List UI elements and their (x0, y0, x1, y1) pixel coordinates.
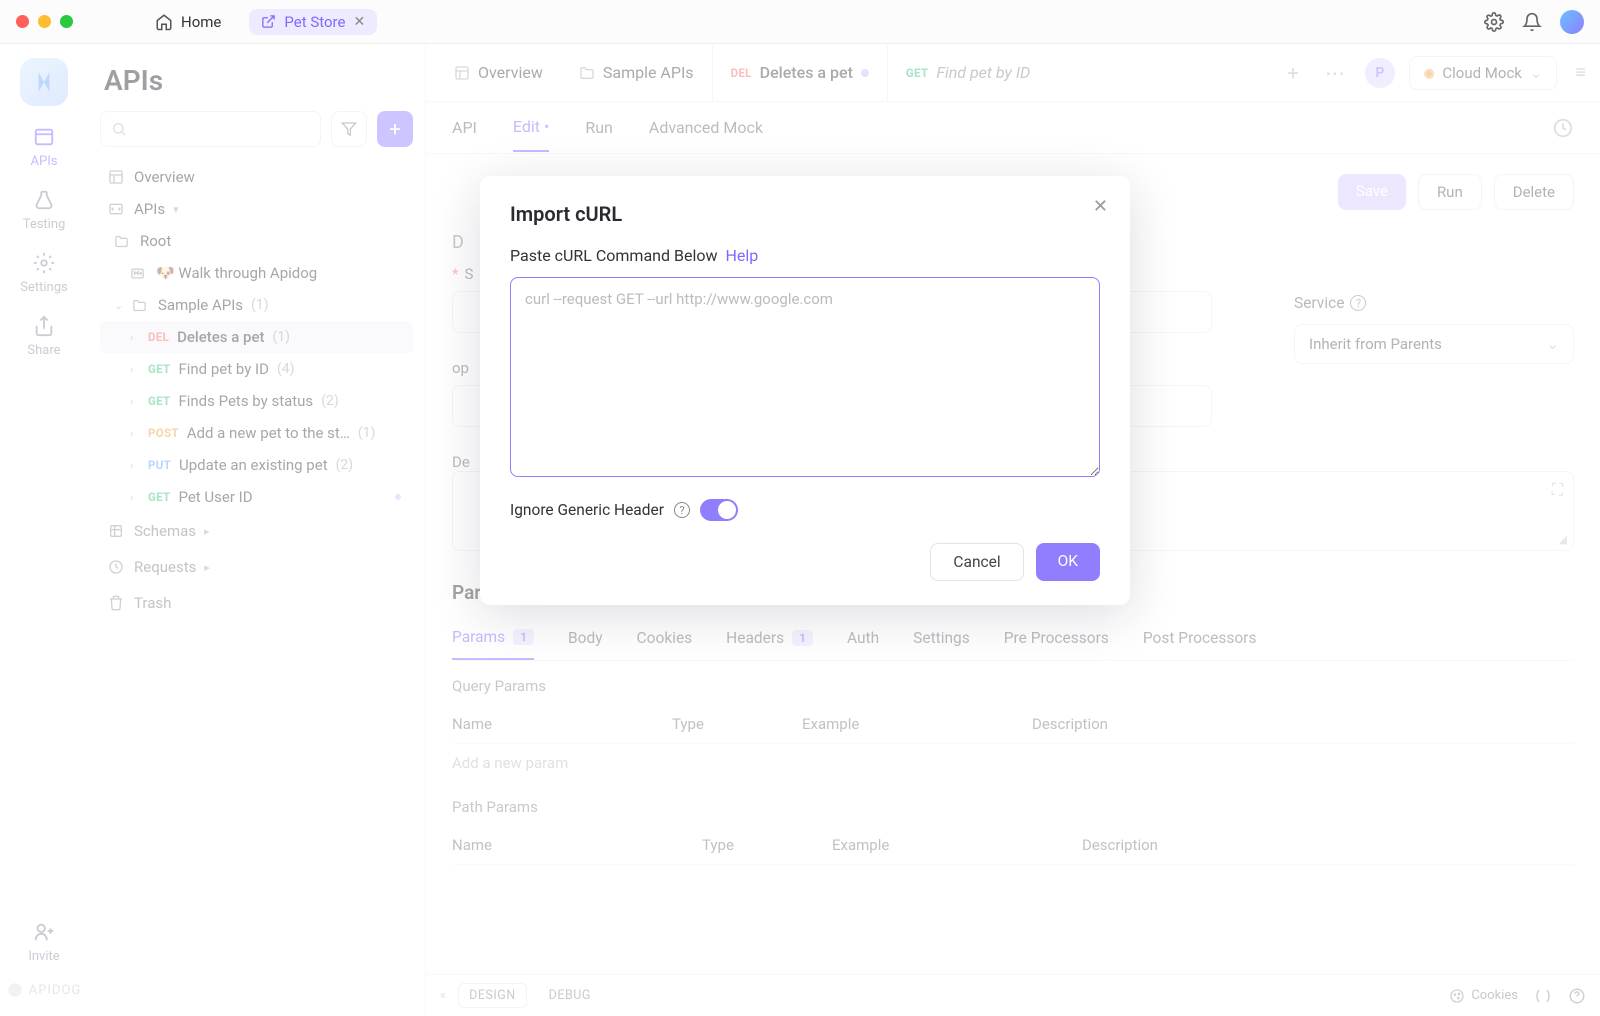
cancel-button[interactable]: Cancel (930, 543, 1023, 581)
home-label: Home (181, 13, 221, 31)
gear-icon[interactable] (1484, 12, 1504, 32)
bell-icon[interactable] (1522, 12, 1542, 32)
close-window[interactable] (16, 15, 29, 28)
modal-close-icon[interactable]: ✕ (1093, 196, 1108, 217)
close-tab-icon[interactable]: ✕ (353, 14, 365, 30)
modal-label: Paste cURL Command Below Help (510, 246, 1100, 265)
user-avatar[interactable] (1560, 10, 1584, 34)
modal-title: Import cURL (510, 202, 1100, 226)
home-icon (155, 13, 173, 31)
maximize-window[interactable] (60, 15, 73, 28)
import-curl-modal: Import cURL ✕ Paste cURL Command Below H… (480, 176, 1130, 605)
help-icon[interactable]: ? (674, 502, 690, 518)
project-tab[interactable]: Pet Store ✕ (249, 9, 377, 35)
titlebar-actions (1484, 10, 1584, 34)
ignore-header-toggle[interactable] (700, 499, 738, 521)
minimize-window[interactable] (38, 15, 51, 28)
external-link-icon (261, 14, 276, 29)
help-link[interactable]: Help (725, 246, 758, 265)
project-tab-label: Pet Store (284, 13, 345, 31)
titlebar: Home Pet Store ✕ (0, 0, 1600, 44)
ignore-header-label: Ignore Generic Header (510, 501, 664, 519)
curl-input[interactable] (510, 277, 1100, 477)
home-tab[interactable]: Home (143, 7, 233, 37)
window-controls (16, 15, 73, 28)
ok-button[interactable]: OK (1036, 543, 1100, 581)
